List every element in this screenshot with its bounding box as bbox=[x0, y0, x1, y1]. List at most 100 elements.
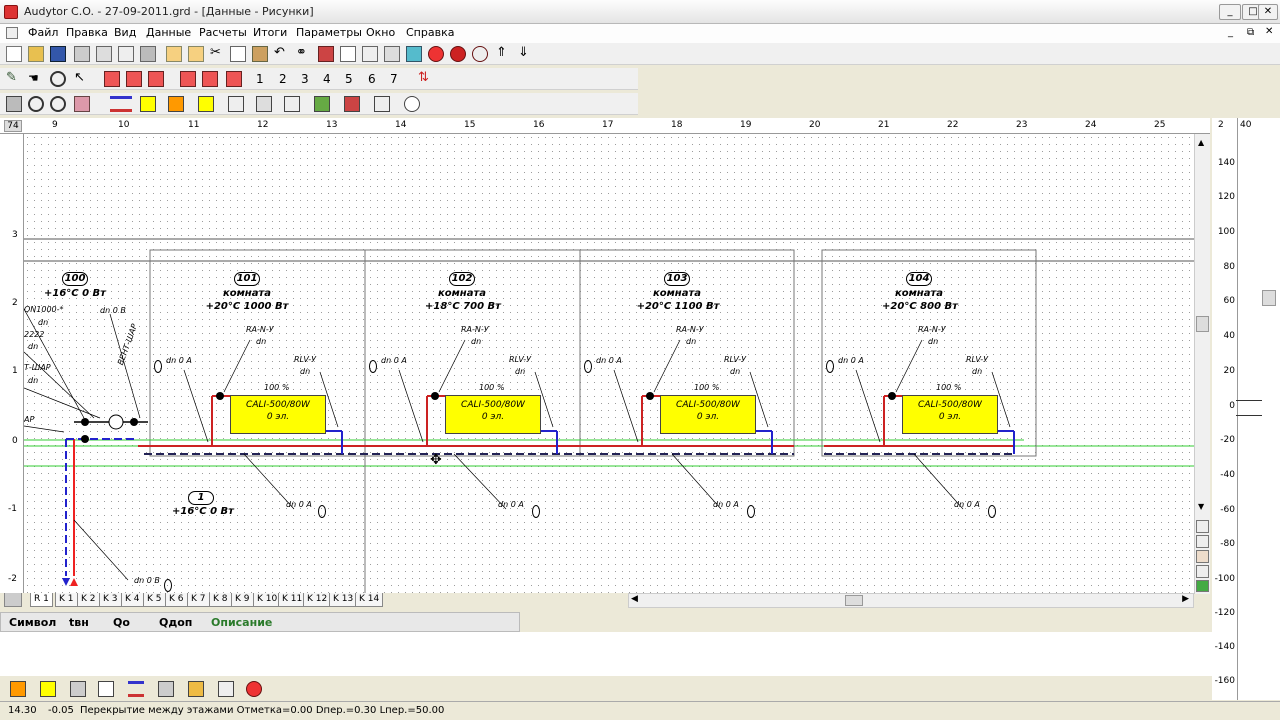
hscroll-thumb[interactable] bbox=[845, 595, 863, 606]
room-number[interactable]: 101 bbox=[234, 272, 260, 286]
pipe-marker[interactable] bbox=[532, 505, 540, 518]
folder-icon[interactable] bbox=[188, 46, 204, 62]
mdi-close-button[interactable]: ✕ bbox=[1265, 26, 1273, 37]
level-3-button[interactable]: 3 bbox=[301, 72, 309, 86]
doc-icon[interactable] bbox=[6, 27, 18, 39]
stop-icon[interactable] bbox=[246, 681, 262, 697]
open-icon[interactable] bbox=[28, 46, 44, 62]
minimize-button[interactable]: _ bbox=[1219, 4, 1241, 20]
vertical-scrollbar[interactable]: ▲ ▼ bbox=[1194, 134, 1210, 594]
scroll-left-icon[interactable]: ◀ bbox=[631, 594, 638, 604]
drawing-canvas[interactable]: 100 +16°C 0 Вт ON1000-* dn 2222 dn Т-ШАР… bbox=[24, 134, 1210, 594]
menu-view[interactable]: Вид bbox=[114, 26, 136, 39]
fitting-icon[interactable] bbox=[228, 96, 244, 112]
cut-icon[interactable]: ✂ bbox=[210, 46, 226, 62]
tab-k7[interactable]: K 7 bbox=[187, 593, 210, 607]
level-7-button[interactable]: 7 bbox=[390, 72, 398, 86]
close-button[interactable]: ✕ bbox=[1258, 4, 1278, 20]
tab-k2[interactable]: K 2 bbox=[77, 593, 100, 607]
scroll-up-icon[interactable]: ▲ bbox=[1198, 138, 1204, 147]
calculator-icon[interactable] bbox=[384, 46, 400, 62]
arrow-down-icon[interactable]: ⇓ bbox=[518, 46, 534, 62]
new-icon[interactable] bbox=[6, 46, 22, 62]
scroll-down-icon[interactable]: ▼ bbox=[1198, 502, 1204, 511]
pencil-icon[interactable]: ✎ bbox=[6, 71, 22, 87]
globe-icon[interactable] bbox=[404, 96, 420, 112]
list-icon[interactable] bbox=[362, 46, 378, 62]
view-icon[interactable] bbox=[1196, 520, 1209, 533]
riser-2-icon[interactable] bbox=[202, 71, 218, 87]
frame-icon[interactable] bbox=[374, 96, 390, 112]
view-icon[interactable] bbox=[1196, 535, 1209, 548]
zoom-out-icon[interactable] bbox=[50, 96, 66, 112]
paste-icon[interactable] bbox=[252, 46, 268, 62]
level-4-button[interactable]: 4 bbox=[323, 72, 331, 86]
tab-k14[interactable]: K 14 bbox=[355, 593, 384, 607]
side-scroll-thumb[interactable] bbox=[1262, 290, 1276, 306]
level-6-button[interactable]: 6 bbox=[368, 72, 376, 86]
riser-icon[interactable] bbox=[180, 71, 196, 87]
valve-icon[interactable] bbox=[168, 96, 184, 112]
level-2-button[interactable]: 2 bbox=[279, 72, 287, 86]
stop-icon[interactable] bbox=[428, 46, 444, 62]
riser-3-icon[interactable] bbox=[226, 71, 242, 87]
room-number[interactable]: 103 bbox=[664, 272, 690, 286]
hydrant-icon[interactable] bbox=[284, 96, 300, 112]
binoculars-icon[interactable]: ⚭ bbox=[296, 46, 312, 62]
check-icon[interactable] bbox=[472, 46, 488, 62]
view-icon[interactable] bbox=[1196, 565, 1209, 578]
print-icon[interactable] bbox=[74, 46, 90, 62]
node-number[interactable]: 1 bbox=[188, 491, 214, 505]
pointer-icon[interactable]: ↖ bbox=[74, 71, 90, 87]
valve-icon[interactable] bbox=[10, 681, 26, 697]
pipe-marker[interactable] bbox=[318, 505, 326, 518]
arrow-up-icon[interactable]: ⇑ bbox=[496, 46, 512, 62]
hand-icon[interactable]: ☚ bbox=[28, 71, 44, 87]
zoom-icon[interactable] bbox=[50, 71, 66, 87]
tab-k1[interactable]: K 1 bbox=[55, 593, 78, 607]
tab-k9[interactable]: K 9 bbox=[231, 593, 254, 607]
menu-window[interactable]: Окно bbox=[366, 26, 395, 39]
menu-data[interactable]: Данные bbox=[146, 26, 191, 39]
scroll-thumb[interactable] bbox=[1196, 316, 1209, 332]
pipe-slope-icon[interactable] bbox=[126, 71, 142, 87]
mdi-minimize-button[interactable]: _ bbox=[1228, 27, 1233, 38]
pipe-marker[interactable] bbox=[826, 360, 834, 373]
menu-edit[interactable]: Правка bbox=[66, 26, 108, 39]
menu-file[interactable]: Файл bbox=[28, 26, 58, 39]
radiator[interactable]: CALI-500/80W 0 эл. bbox=[660, 395, 756, 434]
menu-calc[interactable]: Расчеты bbox=[199, 26, 247, 39]
tab-k6[interactable]: K 6 bbox=[165, 593, 188, 607]
print-preview-icon[interactable] bbox=[96, 46, 112, 62]
col-tin[interactable]: tвн bbox=[69, 616, 89, 629]
tabs-menu-icon[interactable] bbox=[4, 593, 22, 607]
boiler-icon[interactable] bbox=[344, 96, 360, 112]
tab-k4[interactable]: K 4 bbox=[121, 593, 144, 607]
scroll-right-icon[interactable]: ▶ bbox=[1182, 594, 1189, 604]
gear-icon[interactable] bbox=[256, 96, 272, 112]
page-setup-icon[interactable] bbox=[118, 46, 134, 62]
table-icon[interactable] bbox=[6, 96, 22, 112]
col-qdop[interactable]: Qдоп bbox=[159, 616, 192, 629]
pipe-marker[interactable] bbox=[154, 360, 162, 373]
properties-table-body[interactable] bbox=[0, 632, 1212, 676]
col-symbol[interactable]: Символ bbox=[9, 616, 56, 629]
tab-k5[interactable]: K 5 bbox=[143, 593, 166, 607]
tab-k13[interactable]: K 13 bbox=[329, 593, 358, 607]
swap-icon[interactable]: ⇅ bbox=[418, 71, 434, 87]
menu-help[interactable]: Справка bbox=[406, 26, 454, 39]
radiator-icon[interactable] bbox=[40, 681, 56, 697]
pipe-marker[interactable] bbox=[988, 505, 996, 518]
pipe-join-icon[interactable] bbox=[148, 71, 164, 87]
tab-r1[interactable]: R 1 bbox=[30, 593, 53, 607]
radiator[interactable]: CALI-500/80W 0 эл. bbox=[445, 395, 541, 434]
text-icon[interactable] bbox=[218, 681, 234, 697]
save-icon[interactable] bbox=[50, 46, 66, 62]
mdi-restore-button[interactable]: ⧉ bbox=[1247, 27, 1254, 38]
tab-k10[interactable]: K 10 bbox=[253, 593, 282, 607]
alert-icon[interactable] bbox=[450, 46, 466, 62]
open-folder-icon[interactable] bbox=[166, 46, 182, 62]
copy-icon[interactable] bbox=[230, 46, 246, 62]
radiator-2-icon[interactable] bbox=[198, 96, 214, 112]
pipe-marker[interactable] bbox=[369, 360, 377, 373]
